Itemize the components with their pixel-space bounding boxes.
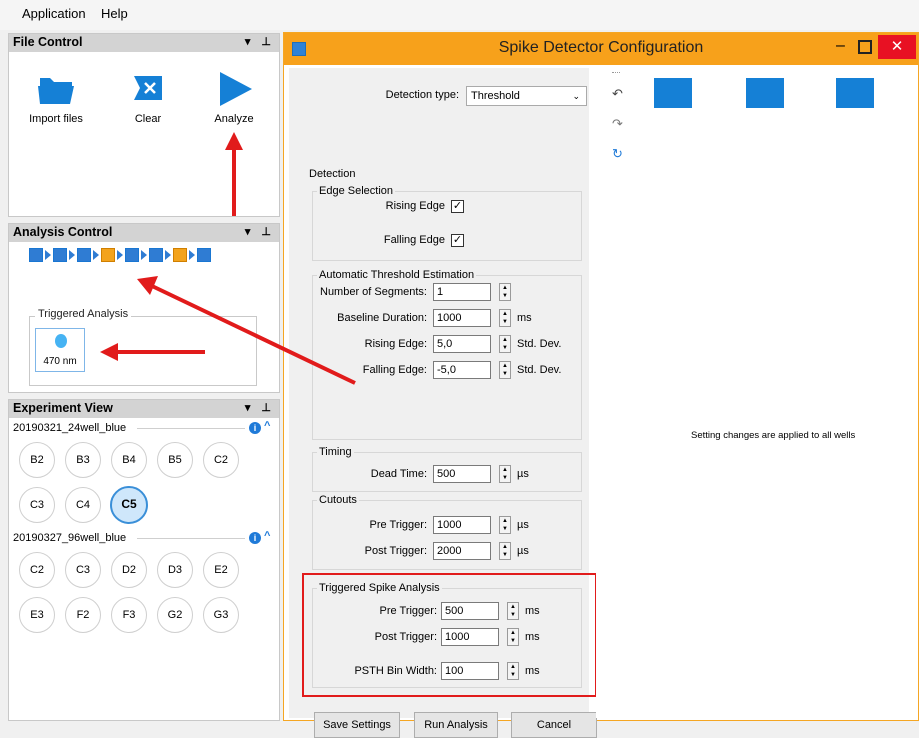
annotation-arrow xyxy=(151,284,356,385)
annotation-arrows xyxy=(100,132,356,385)
annotation-arrowhead xyxy=(100,343,118,361)
annotation-arrowhead xyxy=(225,132,243,150)
